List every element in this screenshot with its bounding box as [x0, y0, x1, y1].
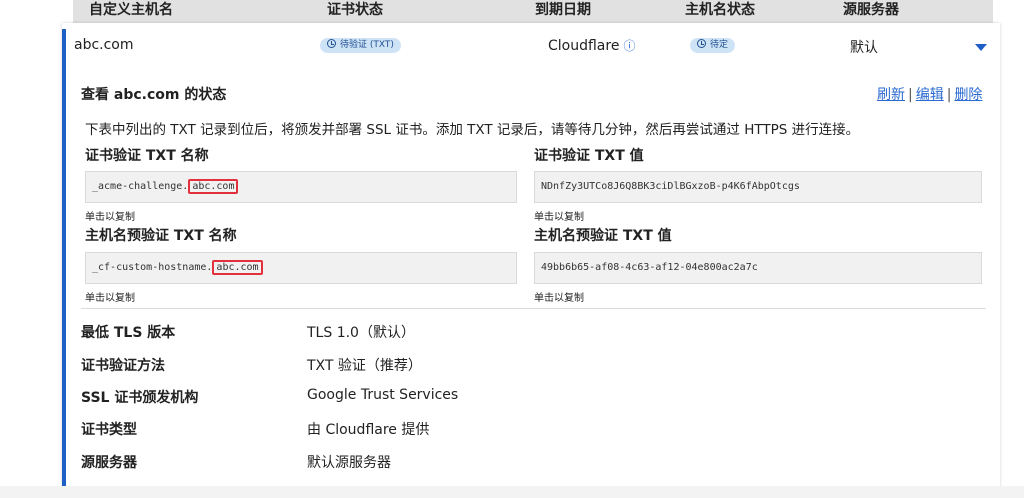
host-txt-value-label: 主机名预验证 TXT 值: [534, 225, 672, 245]
host-txt-name-label: 主机名预验证 TXT 名称: [85, 225, 237, 245]
bottom-edge: [0, 486, 1024, 498]
host-txt-name-field[interactable]: _cf-custom-hostname.abc.com: [85, 252, 517, 284]
host-txt-value-field[interactable]: 49bb6b65-af08-4c63-af12-04e800ac2a7c: [534, 252, 982, 284]
selected-row-indicator: [62, 29, 66, 498]
cert-txt-name-label: 证书验证 TXT 名称: [85, 145, 209, 165]
detail-title: 查看 abc.com 的状态: [81, 84, 226, 104]
cert-status-text: 待验证 (TXT): [340, 40, 394, 50]
cert-txt-value-label: 证书验证 TXT 值: [534, 145, 644, 165]
hostname-detail-panel: abc.com 待验证 (TXT) Cloudflare ⓘ 待定 默认 查看 a…: [62, 23, 1000, 498]
prop-label-min-tls: 最低 TLS 版本: [81, 322, 175, 342]
prop-label-ca: SSL 证书颁发机构: [81, 387, 198, 407]
host-status-badge: 待定: [690, 38, 735, 53]
prop-value-min-tls: TLS 1.0（默认）: [307, 322, 415, 342]
expiry-cell: Cloudflare ⓘ: [548, 37, 635, 54]
detail-description: 下表中列出的 TXT 记录到位后，将颁发并部署 SSL 证书。添加 TXT 记录…: [85, 118, 859, 138]
copy-hint: 单击以复制: [85, 208, 135, 223]
prop-label-validation-method: 证书验证方法: [81, 355, 165, 375]
col-origin[interactable]: 源服务器: [843, 0, 899, 20]
table-header: 自定义主机名 证书状态 到期日期 主机名状态 源服务器: [73, 0, 993, 23]
clock-icon: [327, 39, 336, 48]
cert-txt-name-highlight: abc.com: [188, 179, 238, 194]
col-host-status[interactable]: 主机名状态: [685, 0, 755, 20]
copy-hint: 单击以复制: [534, 208, 584, 223]
delete-link[interactable]: 删除: [954, 87, 982, 103]
host-txt-name-prefix: _cf-custom-hostname.: [92, 262, 212, 273]
cert-txt-name-field[interactable]: _acme-challenge.abc.com: [85, 171, 517, 203]
link-separator: |: [947, 87, 952, 103]
prop-value-origin: 默认源服务器: [307, 452, 391, 472]
col-custom-hostname[interactable]: 自定义主机名: [89, 0, 173, 20]
origin-cell: 默认: [850, 37, 878, 57]
copy-hint: 单击以复制: [85, 289, 135, 304]
prop-label-cert-type: 证书类型: [81, 419, 137, 439]
expiry-text: Cloudflare: [548, 38, 619, 54]
copy-hint: 单击以复制: [534, 289, 584, 304]
collapse-chevron-icon[interactable]: [975, 44, 987, 51]
prop-label-origin: 源服务器: [81, 452, 137, 472]
cert-txt-value-field[interactable]: NDnfZy3UTCo8J6Q8BK3ciDlBGxzoB-p4K6fAbpOt…: [534, 171, 982, 203]
edit-link[interactable]: 编辑: [916, 87, 944, 103]
clock-icon: [697, 39, 706, 48]
detail-actions: 刷新|编辑|删除: [877, 84, 982, 104]
col-expiry[interactable]: 到期日期: [535, 0, 591, 20]
cert-status-badge: 待验证 (TXT): [320, 38, 401, 53]
host-txt-name-highlight: abc.com: [212, 260, 262, 275]
refresh-link[interactable]: 刷新: [877, 87, 905, 103]
prop-value-validation-method: TXT 验证（推荐）: [307, 355, 422, 375]
info-icon[interactable]: ⓘ: [623, 39, 635, 53]
col-cert-status[interactable]: 证书状态: [327, 0, 383, 20]
row-hostname[interactable]: abc.com: [74, 37, 134, 53]
host-status-text: 待定: [710, 40, 728, 50]
cert-txt-name-prefix: _acme-challenge.: [92, 181, 188, 192]
link-separator: |: [908, 87, 913, 103]
section-divider: [81, 308, 986, 309]
prop-value-ca: Google Trust Services: [307, 387, 458, 403]
prop-value-cert-type: 由 Cloudflare 提供: [307, 419, 429, 439]
